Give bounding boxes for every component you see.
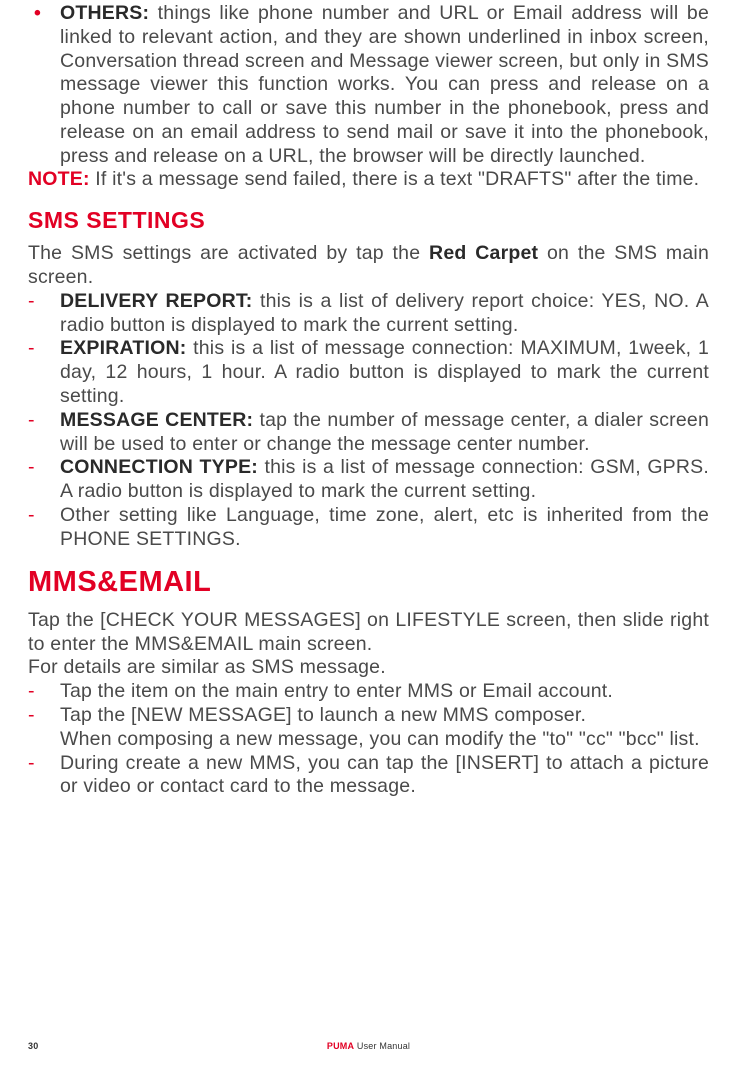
bullet-dot-icon: • bbox=[28, 2, 60, 168]
list-text: During create a new MMS, you can tap the… bbox=[60, 752, 709, 800]
footer-brand: PUMA bbox=[327, 1041, 354, 1051]
list-text: EXPIRATION: this is a list of message co… bbox=[60, 337, 709, 408]
dash-icon: - bbox=[28, 337, 60, 408]
dash-icon: - bbox=[28, 704, 60, 728]
others-body: things like phone number and URL or Emai… bbox=[60, 2, 709, 167]
mms-list: - Tap the item on the main entry to ente… bbox=[28, 680, 709, 799]
dash-icon: - bbox=[28, 680, 60, 704]
list-item: - MESSAGE CENTER: tap the number of mess… bbox=[28, 409, 709, 457]
mms-extra: When composing a new message, you can mo… bbox=[28, 728, 709, 752]
sms-settings-list: - DELIVERY REPORT: this is a list of del… bbox=[28, 290, 709, 552]
sms-intro-bold: Red Carpet bbox=[429, 242, 538, 264]
mms-intro2: For details are similar as SMS message. bbox=[28, 656, 709, 680]
footer-center: PUMA User Manual bbox=[327, 1041, 410, 1052]
dash-icon: - bbox=[28, 504, 60, 552]
list-item: - Other setting like Language, time zone… bbox=[28, 504, 709, 552]
item-label: CONNECTION TYPE: bbox=[60, 456, 258, 478]
item-label: MESSAGE CENTER: bbox=[60, 409, 253, 431]
dash-icon: - bbox=[28, 456, 60, 504]
others-label: OTHERS: bbox=[60, 2, 149, 24]
note-label: NOTE: bbox=[28, 168, 90, 190]
dash-icon: - bbox=[28, 290, 60, 338]
item-label: DELIVERY REPORT: bbox=[60, 290, 253, 312]
page-footer: 30 PUMA User Manual bbox=[28, 1041, 709, 1052]
sms-settings-heading: SMS SETTINGS bbox=[28, 206, 709, 234]
dash-icon: - bbox=[28, 752, 60, 800]
list-item: - DELIVERY REPORT: this is a list of del… bbox=[28, 290, 709, 338]
mms-email-heading: MMS&EMAIL bbox=[28, 565, 709, 600]
footer-label: User Manual bbox=[354, 1041, 410, 1051]
list-text: DELIVERY REPORT: this is a list of deliv… bbox=[60, 290, 709, 338]
others-text: OTHERS: things like phone number and URL… bbox=[60, 2, 709, 168]
sms-intro: The SMS settings are activated by tap th… bbox=[28, 242, 709, 290]
list-item: - EXPIRATION: this is a list of message … bbox=[28, 337, 709, 408]
mms-intro: Tap the [CHECK YOUR MESSAGES] on LIFESTY… bbox=[28, 609, 709, 657]
list-text: Other setting like Language, time zone, … bbox=[60, 504, 709, 552]
list-text: CONNECTION TYPE: this is a list of messa… bbox=[60, 456, 709, 504]
list-item: - During create a new MMS, you can tap t… bbox=[28, 752, 709, 800]
others-bullet: • OTHERS: things like phone number and U… bbox=[28, 2, 709, 168]
item-body: Other setting like Language, time zone, … bbox=[60, 504, 709, 550]
sms-intro-a: The SMS settings are activated by tap th… bbox=[28, 242, 429, 264]
list-text: Tap the item on the main entry to enter … bbox=[60, 680, 709, 704]
dash-icon: - bbox=[28, 409, 60, 457]
list-item: - CONNECTION TYPE: this is a list of mes… bbox=[28, 456, 709, 504]
item-label: EXPIRATION: bbox=[60, 337, 186, 359]
page-content: • OTHERS: things like phone number and U… bbox=[28, 2, 709, 799]
note-text: If it's a message send failed, there is … bbox=[90, 168, 700, 190]
list-text: MESSAGE CENTER: tap the number of messag… bbox=[60, 409, 709, 457]
note-paragraph: NOTE: If it's a message send failed, the… bbox=[28, 168, 709, 192]
list-item: - Tap the [NEW MESSAGE] to launch a new … bbox=[28, 704, 709, 728]
list-text: Tap the [NEW MESSAGE] to launch a new MM… bbox=[60, 704, 709, 728]
page-number: 30 bbox=[28, 1041, 38, 1052]
list-item: - Tap the item on the main entry to ente… bbox=[28, 680, 709, 704]
